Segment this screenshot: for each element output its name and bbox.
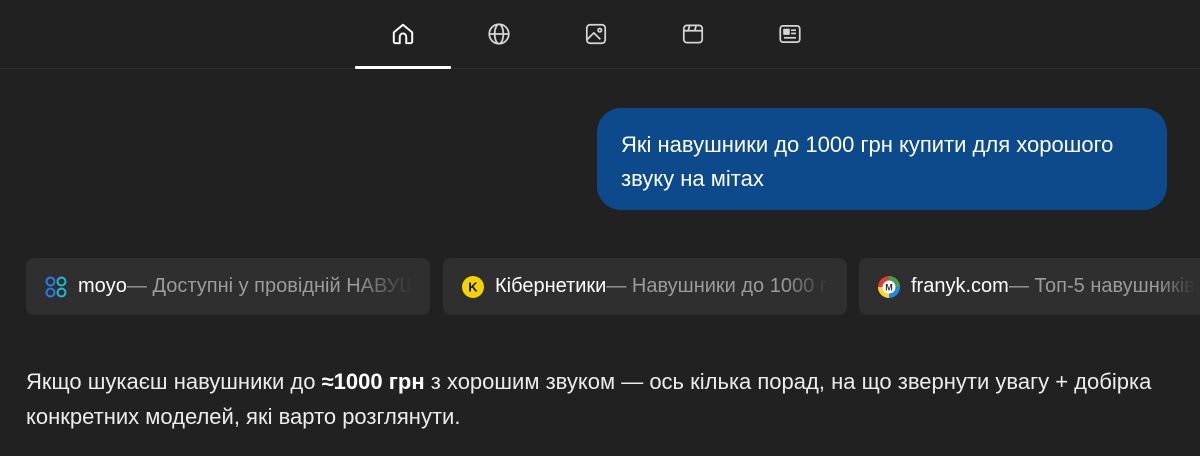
source-cards-row: moyo — Доступні у провідній НАВУШНИКИ K … bbox=[0, 258, 1200, 316]
svg-text:K: K bbox=[468, 279, 478, 294]
svg-text:M: M bbox=[885, 282, 893, 292]
source-description: — Топ-5 навушників bbox=[1008, 275, 1195, 297]
tab-news[interactable] bbox=[742, 0, 838, 68]
answer-price-highlight: ≈1000 грн bbox=[321, 369, 425, 394]
image-icon bbox=[585, 23, 607, 45]
source-card-moyo[interactable]: moyo — Доступні у провідній НАВУШНИКИ bbox=[26, 258, 430, 315]
answer-text: Якщо шукаєш навушники до bbox=[26, 369, 322, 394]
top-navigation bbox=[0, 0, 1200, 69]
user-message-text: Які навушники до 1000 грн купити для хор… bbox=[621, 132, 1114, 191]
assistant-answer: Якщо шукаєш навушники до ≈1000 грн з хор… bbox=[26, 364, 1176, 434]
tab-images[interactable] bbox=[548, 0, 644, 68]
source-site-name: franyk.com bbox=[911, 275, 1009, 297]
kibernetiki-logo-icon: K bbox=[461, 275, 485, 299]
source-description: — Навушники до 1000 грн bbox=[606, 275, 829, 297]
moyo-logo-icon bbox=[44, 275, 68, 299]
tab-home[interactable] bbox=[355, 0, 451, 69]
globe-icon bbox=[488, 23, 510, 45]
news-icon bbox=[779, 25, 801, 43]
franyk-logo-icon: M bbox=[877, 275, 901, 299]
source-card-franyk[interactable]: M franyk.com — Топ-5 навушників bbox=[859, 258, 1200, 315]
source-site-name: moyo bbox=[78, 275, 127, 297]
home-icon bbox=[392, 23, 414, 45]
source-site-name: Кібернетики bbox=[495, 275, 607, 297]
source-description: — Доступні у провідній НАВУШНИКИ bbox=[126, 275, 412, 297]
source-card-kibernetiki[interactable]: K Кібернетики — Навушники до 1000 грн bbox=[443, 258, 847, 315]
user-message-bubble: Які навушники до 1000 грн купити для хор… bbox=[597, 108, 1167, 210]
tab-videos[interactable] bbox=[645, 0, 741, 68]
tab-web[interactable] bbox=[451, 0, 547, 68]
video-icon bbox=[682, 24, 704, 44]
